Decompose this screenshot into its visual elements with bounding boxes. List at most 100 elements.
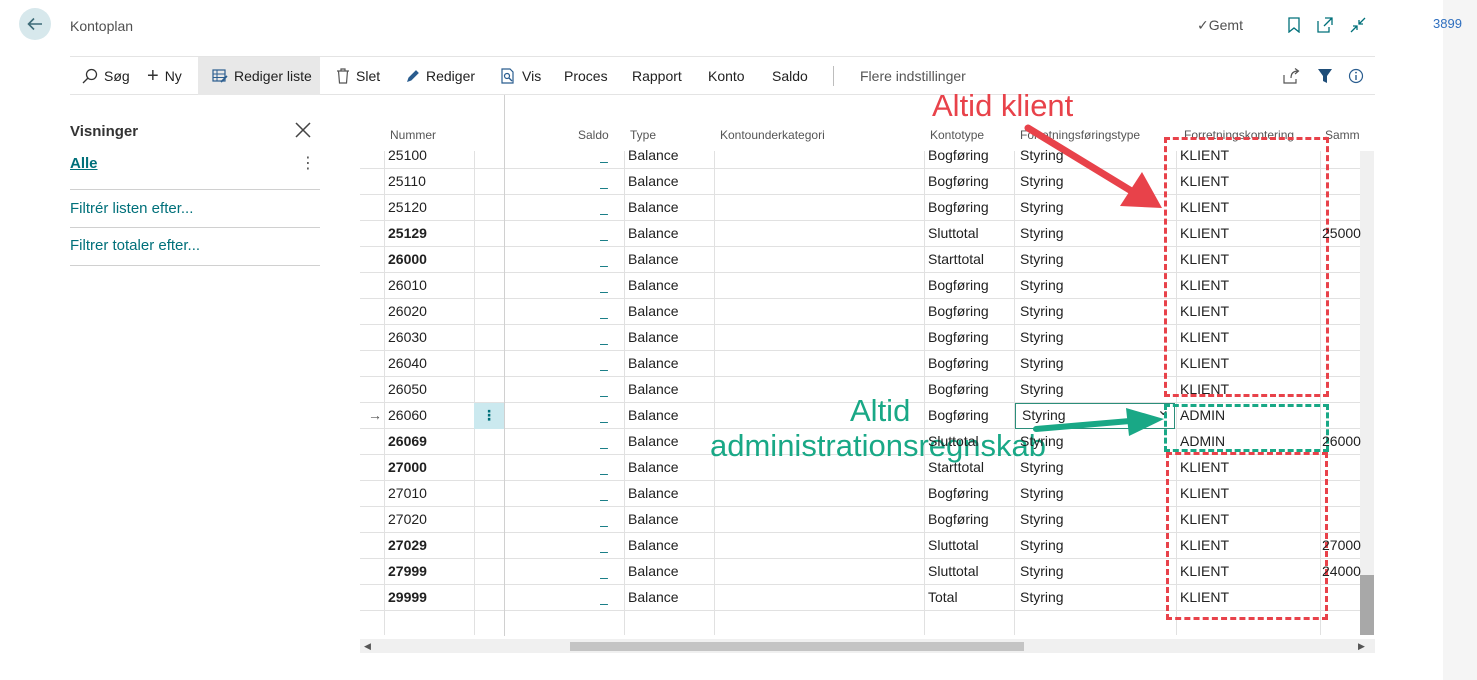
cell-business-posting: KLIENT: [1180, 563, 1230, 579]
view-button[interactable]: Vis: [500, 57, 541, 95]
cell-balance[interactable]: _: [600, 429, 608, 455]
more-vertical-icon[interactable]: ⋮: [300, 153, 316, 173]
cell-number: 27020: [388, 511, 427, 527]
cell-business-posting: ADMIN: [1180, 433, 1226, 449]
cell-business-type: Styring: [1020, 485, 1064, 501]
open-new-window-icon[interactable]: [1316, 16, 1334, 34]
cell-number: 26020: [388, 303, 427, 319]
cell-business-type: Styring: [1020, 589, 1064, 605]
table-row[interactable]: 25129 _ Balance Sluttotal Styring KLIENT 25000: [360, 221, 1361, 247]
accounts-grid: Nummer Saldo Type Kontounderkategori Kon…: [360, 95, 1375, 655]
cell-balance[interactable]: _: [600, 455, 608, 481]
cell-balance[interactable]: _: [600, 585, 608, 611]
horizontal-scrollbar-thumb[interactable]: [570, 642, 1024, 651]
table-row[interactable]: 29999 _ Balance Total Styring KLIENT: [360, 585, 1360, 611]
cell-type: Balance: [628, 329, 679, 345]
table-row[interactable]: 25110 _ Balance Bogføring Styring KLIENT: [360, 169, 1360, 195]
table-row[interactable]: 27020 _ Balance Bogføring Styring KLIENT: [360, 507, 1360, 533]
close-views-button[interactable]: [294, 121, 312, 144]
cell-balance[interactable]: _: [600, 533, 608, 559]
account-button[interactable]: Konto: [708, 57, 745, 95]
cell-balance[interactable]: _: [600, 351, 608, 377]
column-header-subcategory[interactable]: Kontounderkategori: [720, 128, 825, 142]
edit-button[interactable]: Rediger: [406, 57, 475, 95]
info-button[interactable]: [1348, 57, 1364, 95]
annotation-always-admin-line2: administrationsregnskab: [710, 428, 1047, 463]
column-header-type[interactable]: Type: [630, 128, 656, 142]
cell-business-posting: KLIENT: [1180, 329, 1230, 345]
cell-balance[interactable]: _: [600, 559, 608, 585]
table-row[interactable]: 27999 _ Balance Sluttotal Styring KLIENT 24000: [360, 559, 1361, 585]
table-row[interactable]: 26020 _ Balance Bogføring Styring KLIENT: [360, 299, 1360, 325]
cell-account-type: Starttotal: [928, 459, 985, 475]
cell-account-type: Bogføring: [928, 485, 989, 501]
cell-business-type: Styring: [1020, 225, 1064, 241]
cell-balance[interactable]: _: [600, 403, 608, 429]
cell-balance[interactable]: _: [600, 273, 608, 299]
search-button[interactable]: Søg: [82, 57, 130, 95]
cell-business-posting: KLIENT: [1180, 589, 1230, 605]
report-button[interactable]: Rapport: [632, 57, 682, 95]
table-row[interactable]: 25100 _ Balance Bogføring Styring KLIENT: [360, 143, 1360, 169]
table-row[interactable]: 26030 _ Balance Bogføring Styring KLIENT: [360, 325, 1360, 351]
balance-button[interactable]: Saldo: [772, 57, 808, 95]
scroll-left-icon[interactable]: ◀: [364, 639, 371, 653]
cell-number: 25129: [388, 225, 427, 241]
column-header-summation[interactable]: Sammen: [1325, 128, 1360, 142]
column-header-balance[interactable]: Saldo: [578, 128, 609, 142]
cell-type: Balance: [628, 563, 679, 579]
table-row[interactable]: 26000 _ Balance Starttotal Styring KLIENT: [360, 247, 1360, 273]
table-row[interactable]: 25120 _ Balance Bogføring Styring KLIENT: [360, 195, 1360, 221]
new-button[interactable]: + Ny: [147, 57, 182, 95]
arrow-left-icon: [27, 17, 42, 31]
cell-type: Balance: [628, 199, 679, 215]
view-document-icon: [501, 68, 514, 84]
filter-totals-link[interactable]: Filtrer totaler efter...: [70, 237, 200, 254]
cell-account-type: Bogføring: [928, 407, 989, 423]
cell-business-posting: KLIENT: [1180, 303, 1230, 319]
edit-list-button[interactable]: Rediger liste: [198, 57, 320, 95]
cell-balance[interactable]: _: [600, 195, 608, 221]
cell-business-posting: KLIENT: [1180, 147, 1230, 163]
cell-balance[interactable]: _: [600, 143, 608, 169]
cell-balance[interactable]: _: [600, 481, 608, 507]
table-row[interactable]: 26010 _ Balance Bogføring Styring KLIENT: [360, 273, 1360, 299]
share-icon: [1283, 68, 1300, 84]
cell-type: Balance: [628, 407, 679, 423]
collapse-icon[interactable]: [1349, 16, 1367, 34]
cell-balance[interactable]: _: [600, 299, 608, 325]
edit-label: Rediger: [426, 68, 476, 84]
saved-status: ✓Gemt: [1197, 17, 1243, 34]
vertical-scrollbar[interactable]: [1360, 151, 1374, 635]
cell-balance[interactable]: _: [600, 169, 608, 195]
table-row[interactable]: 27010 _ Balance Bogføring Styring KLIENT: [360, 481, 1360, 507]
back-button[interactable]: [19, 8, 51, 40]
cell-balance[interactable]: _: [600, 247, 608, 273]
search-icon: [82, 68, 98, 84]
cell-number: 26010: [388, 277, 427, 293]
table-row[interactable]: 26040 _ Balance Bogføring Styring KLIENT: [360, 351, 1360, 377]
cell-type: Balance: [628, 303, 679, 319]
view-all-link[interactable]: Alle: [70, 155, 98, 172]
cell-balance[interactable]: _: [600, 221, 608, 247]
vertical-scrollbar-thumb[interactable]: [1360, 575, 1374, 635]
scroll-right-icon[interactable]: ▶: [1358, 639, 1365, 653]
row-actions-icon[interactable]: ⋮: [474, 403, 504, 429]
cell-balance[interactable]: _: [600, 325, 608, 351]
cell-balance[interactable]: _: [600, 507, 608, 533]
column-header-number[interactable]: Nummer: [390, 128, 436, 142]
cell-account-type: Bogføring: [928, 355, 989, 371]
filter-list-link[interactable]: Filtrér listen efter...: [70, 200, 193, 217]
process-button[interactable]: Proces: [564, 57, 608, 95]
delete-button[interactable]: Slet: [336, 57, 380, 95]
account-label: Konto: [708, 68, 745, 84]
cell-business-posting: KLIENT: [1180, 485, 1230, 501]
column-header-account-type[interactable]: Kontotype: [930, 128, 984, 142]
bookmark-icon[interactable]: [1285, 16, 1303, 34]
cell-number: 26000: [388, 251, 427, 267]
cell-balance[interactable]: _: [600, 377, 608, 403]
share-button[interactable]: [1283, 57, 1300, 95]
filter-button[interactable]: [1317, 57, 1333, 95]
table-row[interactable]: 27029 _ Balance Sluttotal Styring KLIENT 27000: [360, 533, 1361, 559]
side-number: 3899: [1433, 16, 1462, 31]
